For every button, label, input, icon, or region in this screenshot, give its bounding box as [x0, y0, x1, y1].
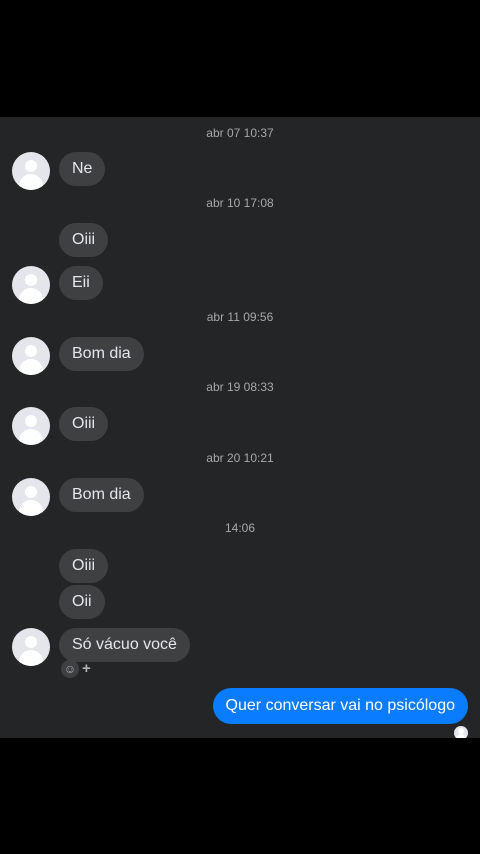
- chat-thread[interactable]: abr 07 10:37 Ne abr 10 17:08 Oiii Eii ab…: [0, 117, 480, 738]
- contact-avatar[interactable]: [12, 152, 50, 190]
- incoming-message[interactable]: Ne: [59, 152, 106, 186]
- reaction-bar[interactable]: ☺ +: [61, 660, 97, 678]
- avatar-body: [19, 650, 43, 666]
- contact-avatar[interactable]: [12, 628, 50, 666]
- seen-avatar-body: [456, 734, 466, 738]
- incoming-message[interactable]: Eii: [59, 266, 103, 300]
- timestamp: abr 19 08:33: [206, 380, 274, 394]
- outgoing-message[interactable]: Quer conversar vai no psicólogo: [212, 688, 468, 724]
- avatar-head: [25, 415, 37, 427]
- seen-avatar-icon: [454, 726, 468, 738]
- incoming-message[interactable]: Oiii: [59, 407, 109, 441]
- contact-avatar[interactable]: [12, 266, 50, 304]
- avatar-head: [25, 636, 37, 648]
- incoming-message[interactable]: Oii: [59, 585, 105, 619]
- avatar-head: [25, 274, 37, 286]
- contact-avatar[interactable]: [12, 407, 50, 445]
- contact-avatar[interactable]: [12, 478, 50, 516]
- contact-avatar[interactable]: [12, 337, 50, 375]
- avatar-body: [19, 174, 43, 190]
- timestamp: abr 20 10:21: [206, 451, 274, 465]
- incoming-message[interactable]: Bom dia: [59, 478, 144, 512]
- avatar-body: [19, 288, 43, 304]
- timestamp: abr 10 17:08: [206, 196, 274, 210]
- avatar-head: [25, 486, 37, 498]
- incoming-message[interactable]: Bom dia: [59, 337, 144, 371]
- avatar-head: [25, 160, 37, 172]
- timestamp: abr 07 10:37: [206, 126, 274, 140]
- incoming-message[interactable]: Oiii: [59, 549, 109, 583]
- add-reaction-icon[interactable]: +: [82, 660, 91, 678]
- timestamp: abr 11 09:56: [206, 310, 274, 324]
- avatar-body: [19, 359, 43, 375]
- incoming-message[interactable]: Só vácuo você: [59, 628, 190, 662]
- avatar-body: [19, 500, 43, 516]
- avatar-head: [25, 345, 37, 357]
- timestamp: 14:06: [224, 521, 256, 535]
- avatar-body: [19, 429, 43, 445]
- incoming-message[interactable]: Oiii: [59, 223, 109, 257]
- smiley-icon[interactable]: ☺: [61, 660, 79, 678]
